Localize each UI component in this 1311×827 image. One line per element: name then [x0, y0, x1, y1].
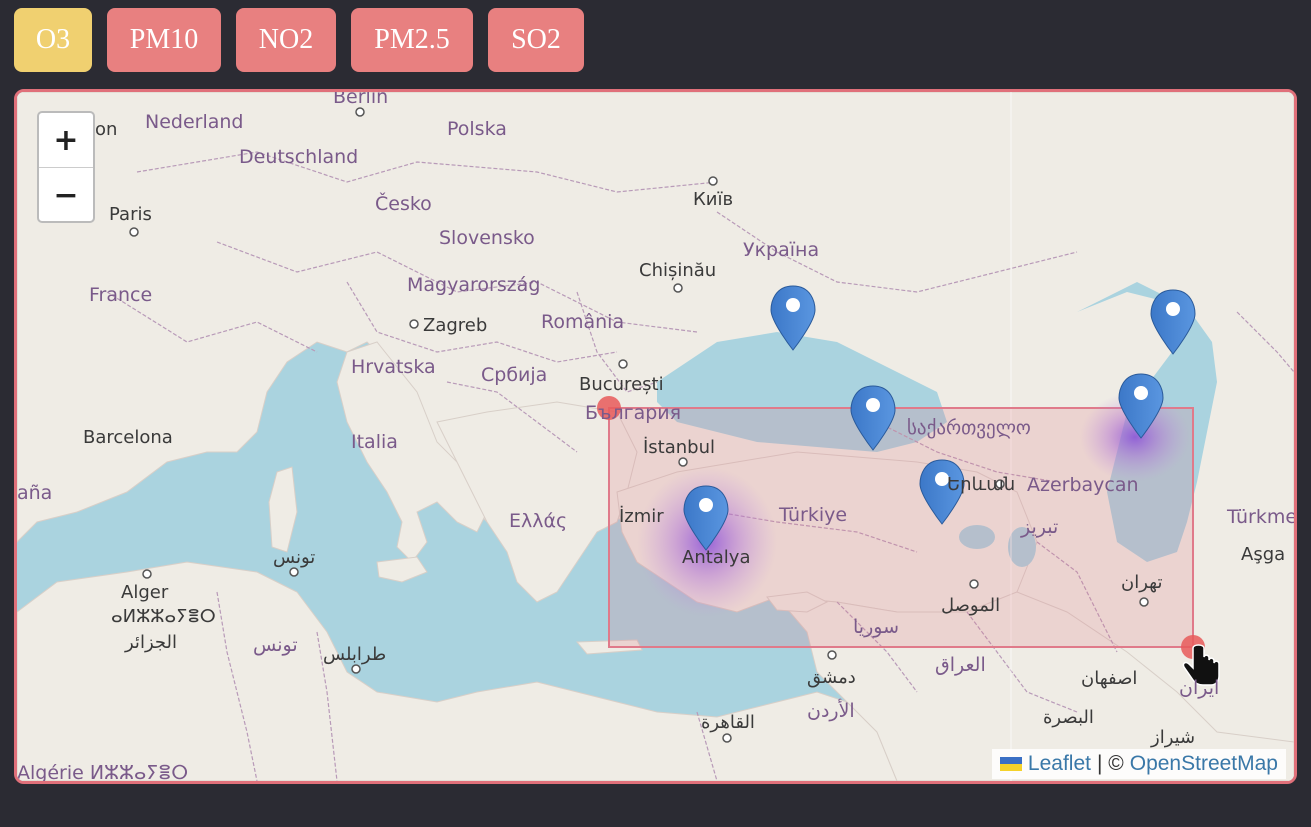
map-label: Česko	[375, 193, 432, 215]
map-label: România	[541, 311, 625, 333]
pollutant-button-pm25[interactable]: PM2.5	[351, 8, 473, 72]
map-container[interactable]: Berlin Nederland Polska Deutschland Pari…	[14, 89, 1297, 784]
map-label: Azerbaycan	[1027, 474, 1139, 496]
map-label: تبریز	[1021, 516, 1059, 538]
map-label: on	[95, 119, 118, 140]
pollutant-button-no2[interactable]: NO2	[236, 8, 336, 72]
map-label: الأردن	[807, 700, 855, 722]
map-label: Magyarország	[407, 274, 541, 296]
map-label: Zagreb	[423, 315, 488, 336]
map-label: شیراز	[1151, 727, 1196, 748]
map-label: تونس	[273, 547, 316, 568]
map-label: الموصل	[941, 595, 1001, 616]
map-attribution: Leaflet | © OpenStreetMap	[991, 749, 1286, 779]
map-label: Київ	[693, 189, 734, 210]
map-label: Türkiye	[779, 504, 848, 526]
pollutant-button-pm10[interactable]: PM10	[107, 8, 221, 72]
map-label: طرابلس	[323, 644, 387, 665]
map-label: Chișinău	[639, 260, 717, 281]
map-label: Polska	[447, 118, 507, 140]
map-label: Italia	[351, 431, 398, 453]
map-label: București	[579, 374, 664, 395]
zoom-in-button[interactable]: +	[39, 113, 93, 167]
leaflet-link[interactable]: Leaflet	[1028, 752, 1091, 776]
openstreetmap-link[interactable]: OpenStreetMap	[1130, 752, 1278, 776]
pollutant-button-so2[interactable]: SO2	[488, 8, 584, 72]
map-label: საქართველო	[907, 417, 1031, 439]
map-label: Србија	[481, 364, 548, 386]
map-label: France	[89, 284, 153, 306]
map-label: Aşga	[1241, 544, 1286, 565]
map-label: Algérie ⵍⵣⵣⴰⵢⴻⵔ	[17, 762, 189, 784]
pollutant-button-o3[interactable]: O3	[14, 8, 92, 72]
ukraine-flag-icon	[999, 757, 1022, 771]
map-label: ⴰⵍⵣⵣⴰⵢⴻⵔ	[111, 606, 216, 627]
zoom-control: + −	[37, 111, 95, 223]
map-label: İstanbul	[643, 437, 716, 458]
map-label: Україна	[743, 239, 820, 261]
map-label: aña	[17, 482, 53, 504]
map-label: Türkme	[1227, 506, 1297, 528]
pollutant-selector: O3 PM10 NO2 PM2.5 SO2	[14, 8, 584, 72]
map-label: България	[585, 402, 682, 424]
map-label: تهران	[1121, 572, 1163, 593]
map-label: İzmir	[619, 506, 664, 527]
attribution-separator: | ©	[1096, 752, 1124, 775]
map-label: Paris	[109, 204, 152, 225]
map-label: القاهرة	[701, 712, 755, 733]
map-label: دمشق	[807, 667, 856, 688]
map-label: العراق	[935, 654, 986, 676]
map-label: Երևան	[947, 474, 1016, 495]
map-label: Berlin	[333, 89, 389, 108]
map-label: الجزائر	[125, 632, 177, 653]
map-label: Nederland	[145, 111, 244, 133]
map-label: Hrvatska	[351, 356, 436, 378]
map-label: Antalya	[682, 547, 751, 568]
map-label: Ελλάς	[509, 510, 568, 532]
map-label: Barcelona	[83, 427, 173, 448]
zoom-out-button[interactable]: −	[39, 167, 93, 222]
map-label: Alger	[121, 582, 169, 603]
map-label: Deutschland	[239, 146, 359, 168]
map-label: البصرة	[1043, 707, 1094, 728]
map-label: تونس	[253, 634, 298, 656]
map-label: اصفهان	[1081, 668, 1138, 689]
map-label: ایران	[1179, 677, 1220, 699]
map-label: Slovensko	[439, 227, 535, 249]
map-label: سوريا	[853, 616, 899, 638]
